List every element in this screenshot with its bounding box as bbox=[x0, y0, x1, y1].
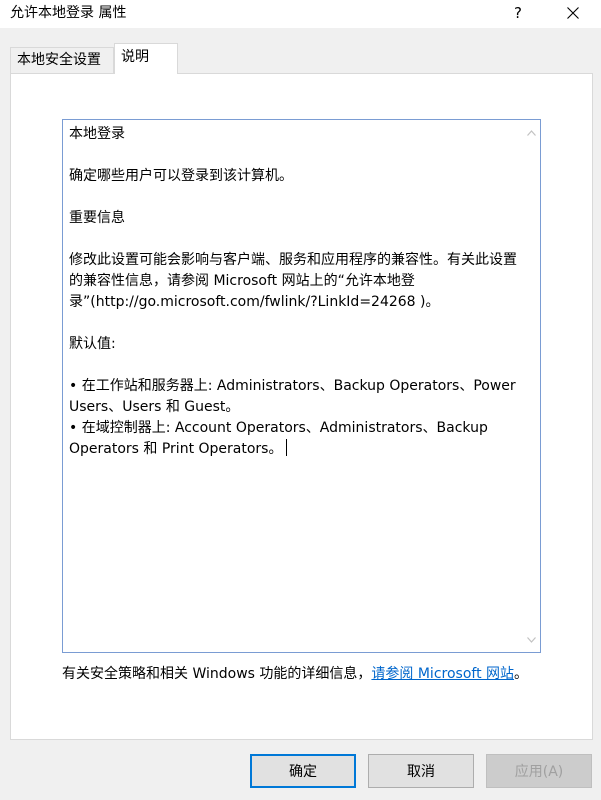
footer-text: 有关安全策略和相关 Windows 功能的详细信息， bbox=[62, 666, 372, 682]
explanation-textbox[interactable]: 本地登录 确定哪些用户可以登录到该计算机。 重要信息 修改此设置可能会影响与客户… bbox=[62, 119, 541, 653]
default-heading: 默认值: bbox=[69, 336, 116, 352]
important-heading: 重要信息 bbox=[69, 210, 125, 226]
tab-panel-explain: 本地登录 确定哪些用户可以登录到该计算机。 重要信息 修改此设置可能会影响与客户… bbox=[10, 73, 593, 740]
chevron-down-icon bbox=[527, 636, 536, 643]
footer-note: 有关安全策略和相关 Windows 功能的详细信息，请参阅 Microsoft … bbox=[62, 664, 542, 685]
text-caret bbox=[286, 439, 288, 456]
cancel-button[interactable]: 取消 bbox=[368, 754, 474, 788]
explanation-heading: 本地登录 bbox=[69, 126, 125, 142]
tab-explain[interactable]: 说明 bbox=[114, 43, 178, 74]
explanation-text: 本地登录 确定哪些用户可以登录到该计算机。 重要信息 修改此设置可能会影响与客户… bbox=[69, 124, 517, 460]
scroll-up-button[interactable] bbox=[523, 124, 540, 141]
default-domain-controllers: • 在域控制器上: Account Operators、Administrato… bbox=[69, 420, 488, 457]
scroll-down-button[interactable] bbox=[523, 631, 540, 648]
ok-button[interactable]: 确定 bbox=[250, 754, 356, 788]
title-bar: 允许本地登录 属性 ? bbox=[0, 0, 601, 28]
explanation-summary: 确定哪些用户可以登录到该计算机。 bbox=[69, 168, 293, 184]
close-icon bbox=[567, 7, 579, 19]
vertical-scrollbar[interactable] bbox=[523, 120, 540, 652]
chevron-up-icon bbox=[527, 129, 536, 136]
apply-button[interactable]: 应用(A) bbox=[486, 754, 592, 788]
help-button[interactable]: ? bbox=[500, 0, 536, 26]
important-text: 修改此设置可能会影响与客户端、服务和应用程序的兼容性。有关此设置的兼容性信息，请… bbox=[69, 252, 517, 310]
microsoft-website-link[interactable]: 请参阅 Microsoft 网站 bbox=[371, 666, 514, 682]
footer-end: 。 bbox=[514, 666, 529, 682]
default-workstations: • 在工作站和服务器上: Administrators、Backup Opera… bbox=[69, 378, 516, 415]
tab-local-security-setting[interactable]: 本地安全设置 bbox=[10, 47, 114, 73]
window-title: 允许本地登录 属性 bbox=[10, 5, 127, 21]
close-button[interactable] bbox=[554, 0, 592, 26]
